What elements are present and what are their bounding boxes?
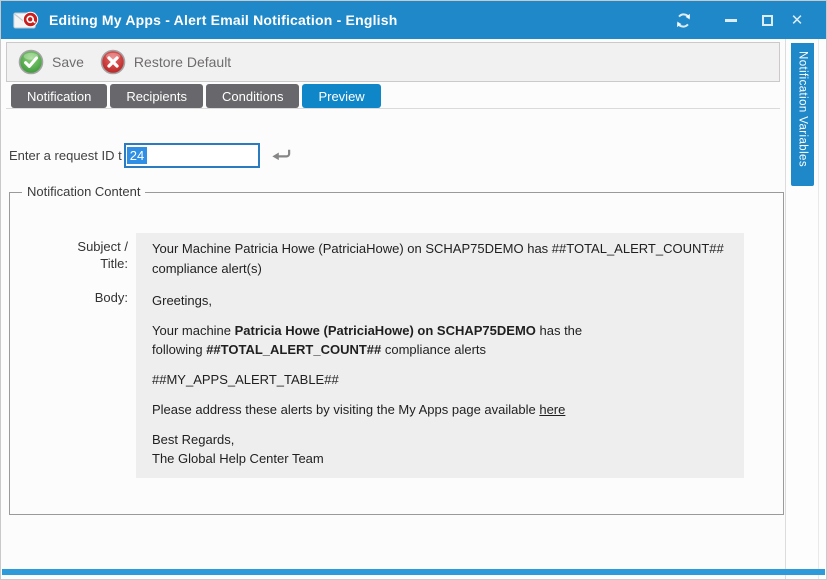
window: Editing My Apps - Alert Email Notificati… (0, 0, 827, 580)
enter-button[interactable] (271, 148, 292, 163)
save-label: Save (52, 54, 84, 70)
restore-default-button[interactable]: Restore Default (100, 49, 231, 75)
return-arrow-icon (271, 148, 292, 163)
notification-variables-tab[interactable]: Notification Variables (791, 43, 814, 186)
request-id-input[interactable]: 24 (124, 143, 260, 168)
window-body: Save Restore Default (1, 39, 826, 579)
body-value: Greetings, Your machine Patricia Howe (P… (136, 285, 744, 478)
here-link[interactable]: here (539, 402, 565, 417)
subject-title-label: Subject / Title: (56, 238, 128, 272)
green-check-circle-icon (18, 49, 44, 75)
email-alert-icon (13, 9, 40, 32)
window-bottom-edge (2, 569, 825, 575)
close-icon: ✕ (791, 13, 804, 28)
toolbar: Save Restore Default (6, 42, 780, 82)
body-machine-line: Your machine Patricia Howe (PatriciaHowe… (152, 321, 728, 359)
tab-bar: Notification Recipients Conditions Previ… (6, 84, 780, 109)
main-panel: Save Restore Default (1, 39, 785, 579)
request-id-selected-text: 24 (127, 147, 147, 164)
body-link-line: Please address these alerts by visiting … (152, 400, 728, 419)
window-title: Editing My Apps - Alert Email Notificati… (49, 12, 398, 28)
window-controls: ✕ (668, 6, 812, 34)
refresh-icon (675, 12, 692, 29)
body-label: Body: (56, 289, 128, 306)
rail-divider (818, 39, 819, 579)
body-greeting: Greetings, (152, 291, 728, 310)
body-signoff: Best Regards, The Global Help Center Tea… (152, 430, 728, 468)
red-x-circle-icon (100, 49, 126, 75)
group-title: Notification Content (22, 184, 145, 199)
subject-title-value: Your Machine Patricia Howe (PatriciaHowe… (136, 233, 744, 285)
titlebar: Editing My Apps - Alert Email Notificati… (1, 1, 826, 39)
save-button[interactable]: Save (18, 49, 84, 75)
close-button[interactable]: ✕ (782, 6, 812, 34)
request-id-row: Enter a request ID t 24 (9, 142, 780, 168)
request-id-label: Enter a request ID t (9, 148, 122, 163)
refresh-button[interactable] (668, 6, 698, 34)
tab-notification[interactable]: Notification (11, 84, 107, 108)
tab-preview[interactable]: Preview (302, 84, 380, 108)
maximize-icon (762, 15, 773, 26)
restore-default-label: Restore Default (134, 54, 231, 70)
tab-conditions[interactable]: Conditions (206, 84, 299, 108)
tab-recipients[interactable]: Recipients (110, 84, 203, 108)
body-table-token: ##MY_APPS_ALERT_TABLE## (152, 370, 728, 389)
maximize-button[interactable] (752, 6, 782, 34)
right-rail: Notification Variables (785, 39, 826, 579)
notification-content-group: Notification Content Subject / Title: Yo… (9, 192, 784, 515)
minimize-button[interactable] (716, 6, 746, 34)
minimize-icon (725, 19, 737, 22)
